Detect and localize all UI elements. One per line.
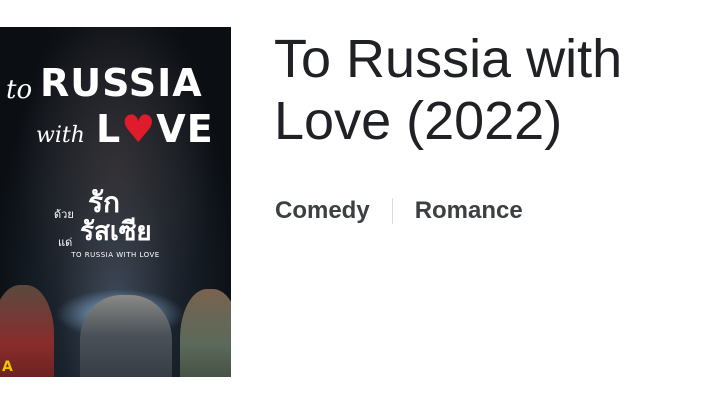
poster-title-love-prefix: L (96, 107, 122, 151)
poster-subtitle: TO RUSSIA WITH LOVE (71, 251, 160, 259)
poster-title-love: L♥VE (96, 109, 214, 149)
genre-chip-comedy[interactable]: Comedy (275, 195, 370, 227)
genre-divider (391, 198, 393, 224)
poster-figure-right (180, 289, 231, 377)
movie-poster[interactable]: to RUSSIA with L♥VE ด้วย รัก แด่ รัสเซีย… (0, 27, 231, 377)
movie-title: To Russia with Love (2022) (274, 29, 623, 151)
poster-title-to: to (6, 75, 33, 105)
genre-chip-romance[interactable]: Romance (415, 195, 523, 227)
genre-list: Comedy Romance (275, 195, 523, 227)
poster-title-with: with (36, 123, 85, 148)
poster-thai-big-2: รัสเซีย (80, 217, 152, 247)
poster-corner-badge: A (2, 359, 13, 375)
poster-thai-small-1: ด้วย (54, 208, 74, 221)
heart-icon: ♥ (121, 107, 157, 151)
poster-thai-big-1: รัก (88, 186, 120, 219)
poster-title-russia: RUSSIA (40, 61, 203, 105)
movie-detail-page: to RUSSIA with L♥VE ด้วย รัก แด่ รัสเซีย… (0, 0, 720, 405)
poster-thai-small-2: แด่ (58, 236, 73, 249)
poster-figure-center (80, 295, 172, 377)
poster-title-love-suffix: VE (156, 107, 214, 151)
